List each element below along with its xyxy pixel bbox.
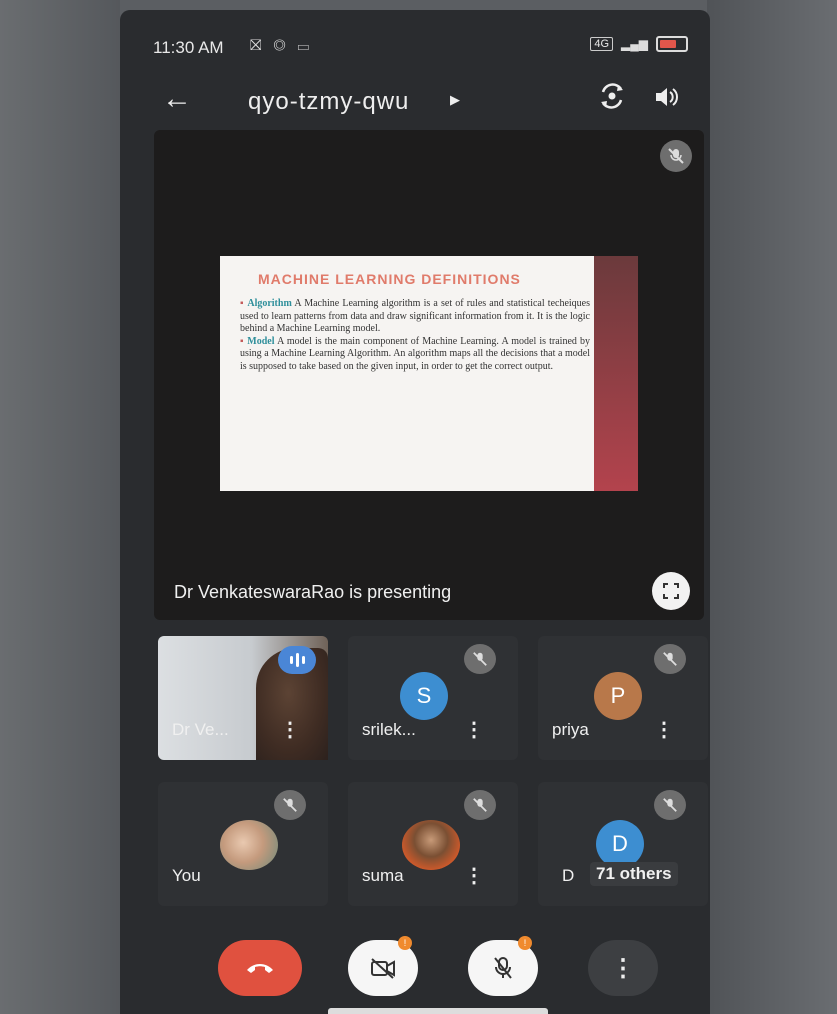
fullscreen-icon — [663, 583, 679, 599]
mic-off-icon — [494, 957, 512, 979]
mic-off-icon — [654, 644, 686, 674]
avatar — [402, 820, 460, 870]
signal-icon: ▂▄▆ — [621, 37, 648, 51]
participant-name: priya — [552, 720, 589, 739]
avatar: S — [400, 672, 448, 720]
speaker-icon[interactable] — [652, 83, 680, 111]
avatar: D — [596, 820, 644, 868]
mic-off-icon — [274, 790, 306, 820]
battery-icon — [656, 36, 688, 52]
back-arrow-icon[interactable]: ← — [162, 82, 192, 116]
camera-toggle-button[interactable]: ! — [348, 936, 418, 996]
more-options-button[interactable]: ⋮ — [588, 940, 658, 996]
mic-toggle-button[interactable]: ! — [468, 936, 538, 996]
mic-off-icon — [464, 790, 496, 820]
others-count[interactable]: 71 others — [590, 862, 678, 886]
slide-item-algorithm: ▪ Algorithm A Machine Learning algorithm… — [240, 298, 590, 334]
participant-name: suma — [362, 866, 404, 885]
more-options-icon[interactable]: ⋮ — [280, 717, 300, 742]
participant-tile[interactable]: P priya ⋮ — [538, 636, 708, 760]
meeting-code[interactable]: qyo-tzmy-qwu — [248, 88, 409, 116]
notification-icons: ⛝ ◎ ▭ — [250, 37, 314, 54]
background-left — [0, 0, 120, 1014]
participant-name: D — [562, 866, 575, 885]
background-right — [707, 0, 837, 1014]
hang-up-icon — [247, 964, 273, 973]
fullscreen-button[interactable] — [652, 572, 690, 610]
mic-off-icon — [654, 790, 686, 820]
slide-body: ▪ Algorithm A Machine Learning algorithm… — [240, 298, 590, 373]
home-indicator — [328, 1008, 548, 1014]
slide-text: A model is the main component of Machine… — [240, 335, 591, 372]
more-options-icon[interactable]: ⋮ — [464, 863, 484, 888]
warning-badge: ! — [518, 936, 532, 950]
participant-tile[interactable]: You — [158, 782, 328, 906]
avatar: P — [594, 672, 642, 720]
slide-title: MACHINE LEARNING DEFINITIONS — [258, 271, 521, 287]
meeting-header: ← qyo-tzmy-qwu ▶ — [120, 70, 710, 130]
status-bar: 11:30 AM ⛝ ◎ ▭ 4G ▂▄▆ — [120, 10, 710, 70]
speaking-indicator-icon — [278, 646, 316, 674]
shared-slide: MACHINE LEARNING DEFINITIONS ▪ Algorithm… — [220, 256, 638, 491]
participant-tile[interactable]: suma ⋮ — [348, 782, 518, 906]
participant-tile[interactable]: Dr Ve... ⋮ — [158, 636, 328, 760]
status-time: 11:30 AM — [153, 38, 224, 57]
presenting-label: Dr VenkateswaraRao is presenting — [174, 582, 452, 602]
slide-term: Algorithm — [247, 298, 292, 309]
end-call-button[interactable] — [218, 940, 302, 996]
participant-tile[interactable]: S srilek... ⋮ — [348, 636, 518, 760]
participant-name: Dr Ve... — [172, 720, 229, 739]
caret-right-icon[interactable]: ▶ — [450, 92, 460, 108]
system-icons: 4G ▂▄▆ — [590, 36, 688, 52]
switch-camera-icon[interactable] — [596, 80, 628, 112]
avatar — [220, 820, 278, 870]
participant-overflow-tile[interactable]: D D 71 others — [538, 782, 708, 906]
slide-term: Model — [247, 335, 275, 347]
participant-name: You — [172, 866, 201, 885]
mic-off-icon — [464, 644, 496, 674]
more-options-icon[interactable]: ⋮ — [464, 717, 484, 742]
mic-off-icon — [660, 140, 692, 172]
phone-screen: 11:30 AM ⛝ ◎ ▭ 4G ▂▄▆ ← qyo-tzmy-qwu ▶ M… — [120, 10, 710, 1014]
sim-icon: 4G — [590, 37, 614, 51]
more-options-icon[interactable]: ⋮ — [654, 717, 674, 742]
presentation-stage[interactable]: MACHINE LEARNING DEFINITIONS ▪ Algorithm… — [154, 130, 704, 620]
participant-name: srilek... — [362, 720, 416, 739]
more-vert-icon: ⋮ — [611, 954, 635, 982]
slide-item-model: ▪ Model A model is the main component of… — [240, 335, 591, 372]
call-controls: ! ! ⋮ — [120, 930, 710, 1014]
slide-text: A Machine Learning algorithm is a set of… — [240, 298, 590, 334]
slide-decoration — [594, 256, 638, 491]
camera-off-icon — [371, 958, 395, 979]
warning-badge: ! — [398, 936, 412, 950]
